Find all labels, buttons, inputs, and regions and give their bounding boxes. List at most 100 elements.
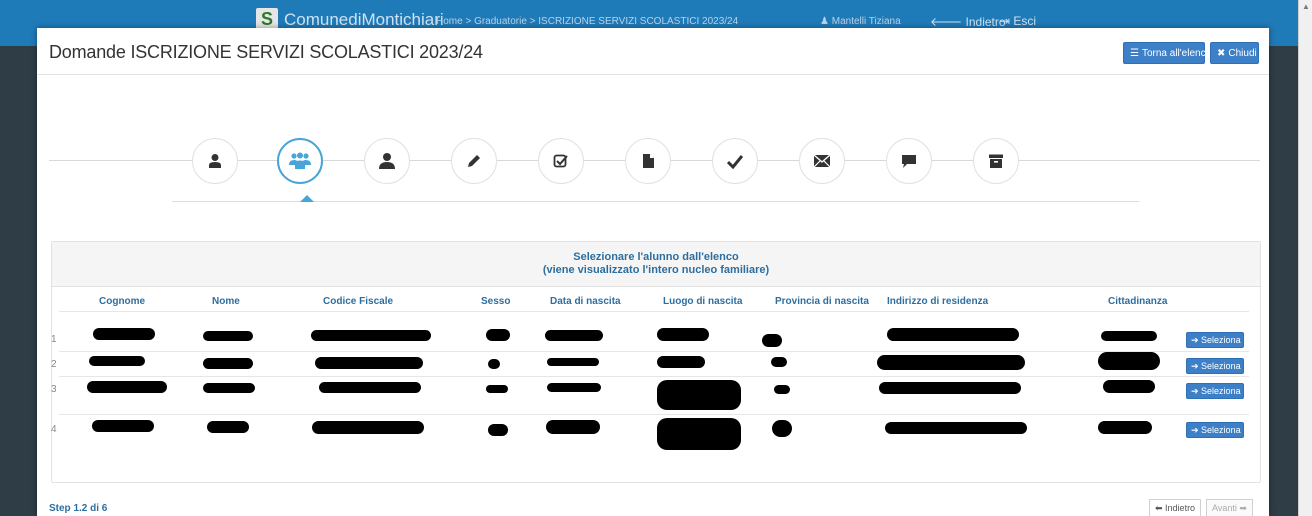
arrow-right-icon: ➔ xyxy=(1191,386,1202,396)
redacted-codice-fiscale xyxy=(312,421,424,434)
col-codice-fiscale: Codice Fiscale xyxy=(323,296,394,307)
indietro-button[interactable]: ⬅ Indietro xyxy=(1149,499,1202,516)
redacted-codice-fiscale xyxy=(319,382,421,393)
user-solid-icon xyxy=(379,153,395,169)
col-cittadinanza: Cittadinanza xyxy=(1108,296,1168,307)
redacted-provincia-nascita xyxy=(762,334,782,347)
list-icon: ☰ xyxy=(1130,48,1139,59)
col-provincia-nascita: Provincia di nascita xyxy=(775,296,869,307)
close-icon: ✖ xyxy=(1217,48,1226,59)
step-message[interactable] xyxy=(886,138,932,184)
step-confirm[interactable] xyxy=(712,138,758,184)
archive-icon xyxy=(989,154,1003,168)
header-exit-link[interactable]: ⇥ Esci xyxy=(1000,14,1036,28)
user-icon: ♟ xyxy=(820,16,832,27)
row-number: 3 xyxy=(51,384,57,395)
step-archive[interactable] xyxy=(973,138,1019,184)
envelope-icon xyxy=(813,154,831,168)
redacted-data-nascita xyxy=(547,358,599,366)
col-nome: Nome xyxy=(212,296,240,307)
avanti-label: Avanti xyxy=(1212,503,1237,513)
seleziona-button[interactable]: ➔ Seleziona xyxy=(1186,383,1244,399)
seleziona-label: Seleziona xyxy=(1201,386,1241,396)
step-verify[interactable] xyxy=(538,138,584,184)
redacted-nome xyxy=(203,331,253,341)
redacted-sesso xyxy=(486,385,508,393)
redacted-provincia-nascita xyxy=(774,385,790,394)
redacted-cittadinanza xyxy=(1098,421,1152,434)
redacted-provincia-nascita xyxy=(772,420,792,437)
breadcrumb: Home > Graduatorie > ISCRIZIONE SERVIZI … xyxy=(436,16,739,27)
row-number: 4 xyxy=(51,424,57,435)
torna-elenco-label: Torna all'elenco xyxy=(1141,48,1212,59)
redacted-data-nascita xyxy=(546,420,600,434)
redacted-indirizzo xyxy=(877,355,1025,370)
redacted-luogo-nascita xyxy=(657,380,741,410)
chiudi-label: Chiudi xyxy=(1228,48,1257,59)
step-progress-label: Step 1.2 di 6 xyxy=(49,503,108,514)
back-arrow-icon: 🡐 xyxy=(930,15,966,29)
brand-name: ComunediMontichiari xyxy=(284,10,444,29)
panel-heading-line2: (viene visualizzato l'intero nucleo fami… xyxy=(542,264,770,276)
redacted-nome xyxy=(207,421,249,433)
redacted-cognome xyxy=(89,356,145,366)
seleziona-label: Seleziona xyxy=(1201,361,1241,371)
scroll-up-icon[interactable]: ▲ xyxy=(1302,2,1310,11)
redacted-codice-fiscale xyxy=(311,330,431,341)
row-number: 2 xyxy=(51,359,57,370)
redacted-provincia-nascita xyxy=(771,357,787,367)
seleziona-label: Seleziona xyxy=(1201,335,1241,345)
seleziona-button[interactable]: ➔ Seleziona xyxy=(1186,332,1244,348)
chiudi-button[interactable]: ✖ Chiudi xyxy=(1210,42,1259,64)
arrow-left-icon: ⬅ xyxy=(1155,503,1166,513)
modal-dialog: Domande ISCRIZIONE SERVIZI SCOLASTICI 20… xyxy=(37,28,1269,516)
col-cognome: Cognome xyxy=(99,296,146,307)
redacted-luogo-nascita xyxy=(657,418,741,450)
torna-elenco-button[interactable]: ☰ Torna all'elenco xyxy=(1123,42,1211,64)
col-indirizzo-residenza: Indirizzo di residenza xyxy=(887,296,989,307)
header-exit-label: Esci xyxy=(1013,14,1037,28)
redacted-codice-fiscale xyxy=(315,357,423,369)
group-icon xyxy=(289,152,311,169)
indietro-label: Indietro xyxy=(1165,503,1196,513)
redacted-cognome xyxy=(93,328,155,340)
arrow-right-icon: ➔ xyxy=(1191,425,1202,435)
redacted-nome xyxy=(203,358,253,369)
step-edit[interactable] xyxy=(451,138,497,184)
user-name: ♟ Mantelli Tiziana xyxy=(820,16,901,27)
arrow-right-icon: ➔ xyxy=(1191,335,1202,345)
row-divider xyxy=(59,414,1249,415)
seleziona-button[interactable]: ➔ Seleziona xyxy=(1186,422,1244,438)
file-icon xyxy=(643,154,654,168)
seleziona-label: Seleziona xyxy=(1201,425,1241,435)
step-family[interactable] xyxy=(277,138,323,184)
table-header-divider xyxy=(59,311,1249,312)
redacted-indirizzo xyxy=(885,422,1027,434)
row-divider xyxy=(59,351,1249,352)
step-document[interactable] xyxy=(625,138,671,184)
comment-icon xyxy=(902,155,916,168)
row-number: 1 xyxy=(51,334,57,345)
active-step-caret xyxy=(300,195,314,202)
modal-title: Domande ISCRIZIONE SERVIZI SCOLASTICI 20… xyxy=(49,42,483,62)
seleziona-button[interactable]: ➔ Seleziona xyxy=(1186,358,1244,374)
row-divider xyxy=(59,376,1249,377)
redacted-cittadinanza xyxy=(1103,380,1155,393)
redacted-cittadinanza xyxy=(1098,352,1160,370)
panel-heading-line1: Selezionare l'alunno dall'elenco xyxy=(573,251,739,263)
redacted-data-nascita xyxy=(547,383,601,392)
redacted-indirizzo xyxy=(887,328,1019,341)
header-back-link[interactable]: 🡐 Indietro xyxy=(930,14,1006,29)
step-mail[interactable] xyxy=(799,138,845,184)
col-data-nascita: Data di nascita xyxy=(550,296,621,307)
page-scrollbar[interactable]: ▲ xyxy=(1298,0,1312,516)
redacted-luogo-nascita xyxy=(657,356,705,368)
user-icon xyxy=(209,154,221,168)
modal-header: Domande ISCRIZIONE SERVIZI SCOLASTICI 20… xyxy=(37,28,1269,75)
col-sesso: Sesso xyxy=(481,296,511,307)
step-person[interactable] xyxy=(364,138,410,184)
redacted-sesso xyxy=(488,359,500,369)
step-user[interactable] xyxy=(192,138,238,184)
avanti-button[interactable]: Avanti ➡ xyxy=(1206,499,1253,516)
check-square-icon xyxy=(553,154,568,168)
